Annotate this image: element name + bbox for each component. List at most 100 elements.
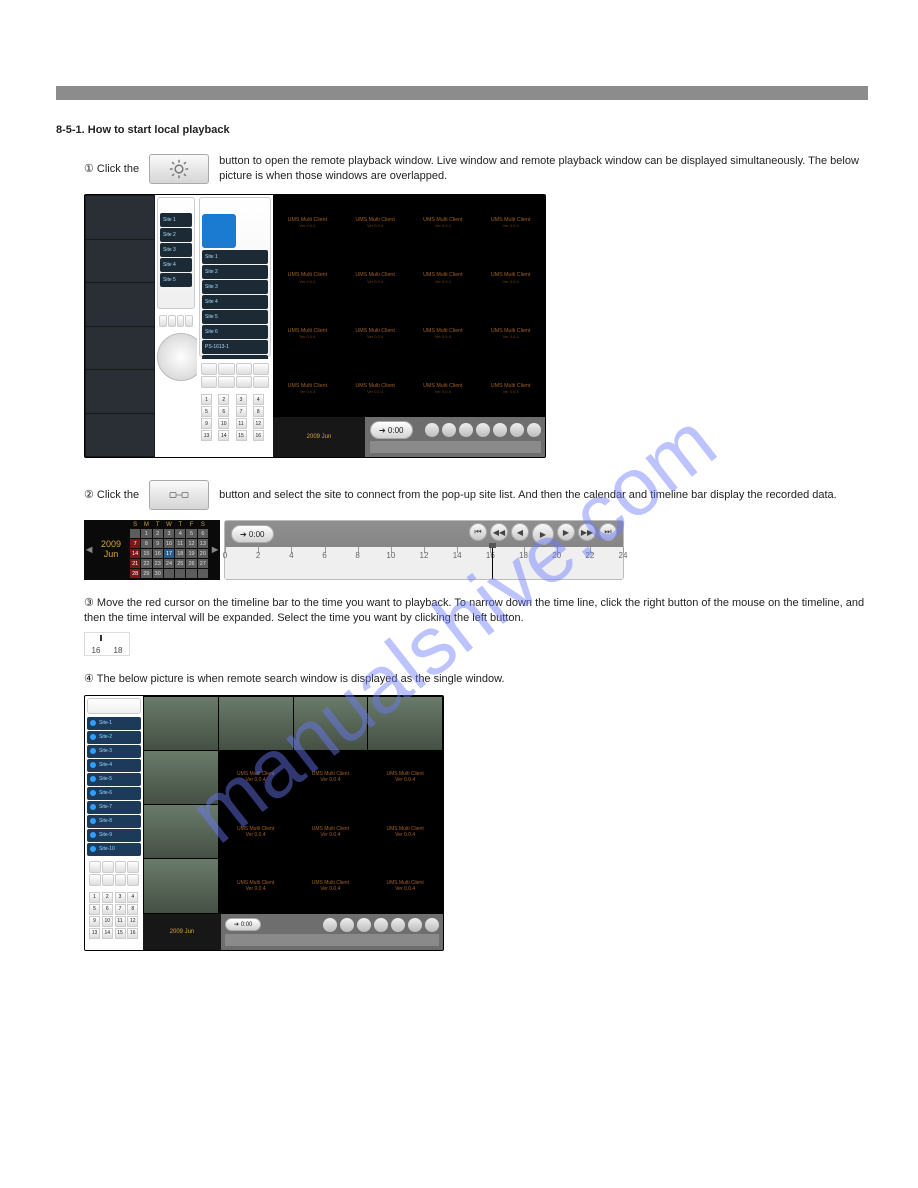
video-tile[interactable]: UMS Multi ClientVer 0.0.4: [342, 251, 409, 305]
channel-button[interactable]: 11: [236, 418, 247, 429]
channel-button[interactable]: 13: [201, 430, 212, 441]
video-tile[interactable]: UMS Multi ClientVer 0.0.4: [219, 805, 293, 858]
control-button[interactable]: [253, 376, 269, 388]
site-list-item[interactable]: Site-7: [87, 801, 141, 814]
calendar-day[interactable]: 9: [153, 539, 163, 548]
calendar-day[interactable]: 18: [175, 549, 185, 558]
calendar-day[interactable]: 16: [153, 549, 163, 558]
control-button[interactable]: [115, 874, 127, 886]
site-list-item[interactable]: Site 1: [160, 213, 192, 227]
channel-button[interactable]: 7: [236, 406, 247, 417]
calendar-day[interactable]: 19: [186, 549, 196, 558]
video-tile[interactable]: UMS Multi ClientVer 0.0.4: [477, 307, 544, 361]
video-tile[interactable]: UMS Multi ClientVer 0.0.4: [410, 307, 477, 361]
video-tile[interactable]: UMS Multi ClientVer 0.0.4: [294, 805, 368, 858]
rewind-button[interactable]: [442, 423, 456, 437]
video-tile[interactable]: UMS Multi ClientVer 0.0.4: [274, 307, 341, 361]
video-tile[interactable]: [144, 697, 218, 750]
video-tile[interactable]: UMS Multi ClientVer 0.0.4: [368, 805, 442, 858]
layout-button[interactable]: [185, 315, 193, 327]
channel-button[interactable]: 3: [115, 892, 126, 903]
mini-calendar[interactable]: 2009 Jun: [143, 914, 221, 950]
channel-button[interactable]: 2: [218, 394, 229, 405]
channel-button[interactable]: 14: [218, 430, 229, 441]
video-tile[interactable]: UMS Multi ClientVer 0.0.4: [410, 362, 477, 416]
site-list-item[interactable]: Site 3: [160, 243, 192, 257]
control-button[interactable]: [127, 861, 139, 873]
channel-button[interactable]: 10: [102, 916, 113, 927]
calendar-day[interactable]: [186, 569, 196, 578]
calendar-day[interactable]: 11: [175, 539, 185, 548]
calendar-day[interactable]: 2: [153, 529, 163, 538]
control-button[interactable]: [218, 376, 234, 388]
site-list-item[interactable]: Site-6: [87, 787, 141, 800]
video-tile[interactable]: [144, 751, 218, 804]
timeline-bar-mini[interactable]: [225, 934, 439, 946]
control-button[interactable]: [102, 861, 114, 873]
settings-button[interactable]: [149, 154, 209, 184]
control-button[interactable]: [201, 376, 217, 388]
calendar-day[interactable]: 7: [130, 539, 140, 548]
channel-button[interactable]: 16: [253, 430, 264, 441]
calendar-day[interactable]: 8: [141, 539, 151, 548]
video-tile[interactable]: UMS Multi ClientVer 0.0.4: [294, 751, 368, 804]
video-tile[interactable]: UMS Multi ClientVer 0.0.4: [294, 859, 368, 912]
site-list-item[interactable]: Site-5: [87, 773, 141, 786]
calendar-day[interactable]: 20: [198, 549, 208, 558]
calendar-day[interactable]: 21: [130, 559, 140, 568]
site-list-item[interactable]: Site 6: [202, 325, 268, 339]
calendar-day[interactable]: 12: [186, 539, 196, 548]
channel-button[interactable]: 9: [201, 418, 212, 429]
calendar-day[interactable]: 25: [175, 559, 185, 568]
site-list-item[interactable]: Site-1: [87, 717, 141, 730]
control-button[interactable]: [218, 363, 234, 375]
calendar-day[interactable]: 10: [164, 539, 174, 548]
site-list-item[interactable]: Site 2: [202, 265, 268, 279]
channel-button[interactable]: 3: [236, 394, 247, 405]
channel-button[interactable]: 14: [102, 928, 113, 939]
calendar-day[interactable]: 28: [130, 569, 140, 578]
calendar-day[interactable]: 5: [186, 529, 196, 538]
site-list-item[interactable]: Site-4: [87, 759, 141, 772]
video-tile[interactable]: UMS Multi ClientVer 0.0.4: [368, 751, 442, 804]
channel-button[interactable]: 15: [115, 928, 126, 939]
video-tile[interactable]: UMS Multi ClientVer 0.0.4: [342, 196, 409, 250]
calendar-day[interactable]: [130, 529, 140, 538]
video-tile[interactable]: UMS Multi ClientVer 0.0.4: [274, 196, 341, 250]
video-tile[interactable]: [144, 805, 218, 858]
calendar-day[interactable]: [175, 569, 185, 578]
video-tile[interactable]: [144, 859, 218, 912]
video-tile[interactable]: UMS Multi ClientVer 0.0.4: [410, 196, 477, 250]
channel-button[interactable]: 5: [201, 406, 212, 417]
skip-last-button[interactable]: ⏭: [599, 523, 617, 541]
video-tile[interactable]: UMS Multi ClientVer 0.0.4: [477, 196, 544, 250]
channel-button[interactable]: 6: [102, 904, 113, 915]
calendar-panel[interactable]: ◄ 2009 Jun SMTWTFS1234567891011121314151…: [84, 520, 220, 580]
channel-button[interactable]: 13: [89, 928, 100, 939]
channel-button[interactable]: 16: [127, 928, 138, 939]
calendar-day[interactable]: 1: [141, 529, 151, 538]
channel-button[interactable]: 11: [115, 916, 126, 927]
channel-button[interactable]: 10: [218, 418, 229, 429]
channel-button[interactable]: 7: [115, 904, 126, 915]
site-list-item[interactable]: Site-8: [87, 815, 141, 828]
rewind-button[interactable]: [340, 918, 354, 932]
channel-button[interactable]: 1: [89, 892, 100, 903]
control-button[interactable]: [253, 363, 269, 375]
step-forward-button[interactable]: [493, 423, 507, 437]
video-tile[interactable]: UMS Multi ClientVer 0.0.4: [477, 251, 544, 305]
calendar-day[interactable]: 13: [198, 539, 208, 548]
play-button[interactable]: [374, 918, 388, 932]
mini-calendar[interactable]: 2009 Jun: [273, 417, 365, 457]
layout-button[interactable]: [159, 315, 167, 327]
rewind-button[interactable]: ◀◀: [490, 523, 508, 541]
layout-button[interactable]: [177, 315, 185, 327]
calendar-day[interactable]: [164, 569, 174, 578]
site-list-item[interactable]: PS-1613-1: [202, 340, 268, 354]
video-tile[interactable]: UMS Multi ClientVer 0.0.4: [368, 859, 442, 912]
skip-first-button[interactable]: ⏮: [469, 523, 487, 541]
timeline-bar[interactable]: 024681012141618202224: [225, 547, 623, 579]
video-tile[interactable]: UMS Multi ClientVer 0.0.4: [342, 307, 409, 361]
calendar-day[interactable]: 3: [164, 529, 174, 538]
calendar-day[interactable]: [198, 569, 208, 578]
